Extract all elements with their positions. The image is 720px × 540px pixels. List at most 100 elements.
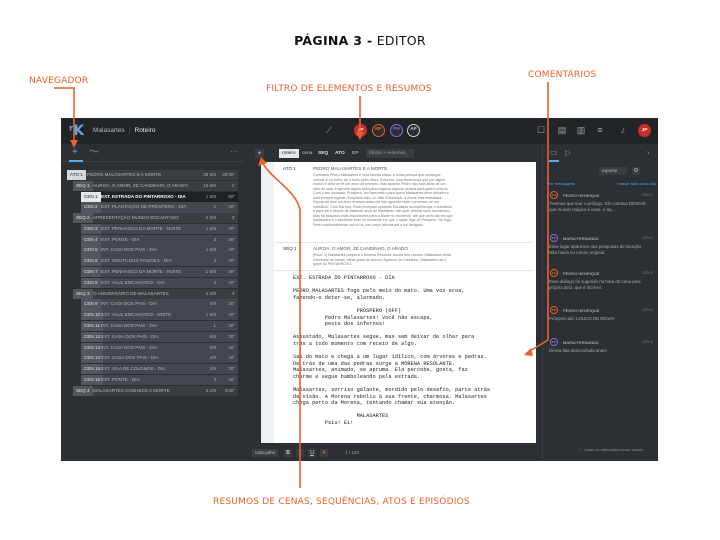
- navigator-stats-tab[interactable]: 〜: [89, 147, 99, 159]
- navigator-row[interactable]: CEN 1 EXT. ESTRADA DO PINTARROXO - DIA 1 6…: [81, 191, 238, 202]
- top-bar: ʳK Malasartes | Roteiro ⟋ JP MF PH AF ☐ ▤ …: [61, 118, 658, 144]
- italic-button[interactable]: I: [296, 449, 304, 457]
- row-tag: CEN 7: [81, 267, 101, 278]
- navigator-row[interactable]: CEN 15 EXT. VILA DE COLONOS - DIA 2/8 30": [81, 364, 238, 375]
- notes-icon[interactable]: ☐: [535, 125, 547, 136]
- row-title: INT. CASA DOS PAIS - DIA: [101, 322, 158, 328]
- screenplay-line: [293, 407, 523, 414]
- row-title: EXT. VALE ENCANTADO - DIA: [101, 279, 165, 285]
- navigator-row[interactable]: CEN 13 INT. CASA DOS PAIS - DIA 5/8 30": [81, 342, 238, 353]
- navigator-row[interactable]: CEN 14 EXT. CASA DOS PAIS - DIA 4/8 30": [81, 353, 238, 364]
- navigator-row[interactable]: CEN 3 EXT. PENHASCO DA MORTE - NOITE 1 6/8…: [81, 223, 238, 235]
- row-title: EXT. ESTRADA DO PINTARROXO - DIA: [101, 193, 186, 199]
- comments-filter-select[interactable]: exportar: [599, 167, 627, 175]
- filter-roteiro[interactable]: roteiro: [279, 149, 299, 158]
- read-messages-link[interactable]: + ler mensagens: [546, 181, 575, 186]
- row-tag: CEN 5: [81, 245, 101, 256]
- screenplay-line: Sai do mato e chega a um lugar idílico, …: [293, 354, 487, 361]
- navigator-row[interactable]: CEN 6 EXT. GRUTA DOS PAIXÕES - DIA 3 30": [81, 256, 238, 267]
- format-select[interactable]: cabeçalho: [252, 449, 278, 457]
- page-title: PÁGINA 3 - EDITOR: [0, 33, 720, 48]
- user-avatar[interactable]: JP: [638, 124, 651, 137]
- script-page[interactable]: ATO 1 PEDRO MALASARTES E A MORTE Contrab…: [261, 162, 536, 443]
- row-pages: 2/8: [209, 366, 216, 372]
- act-tag: ATO 1: [283, 166, 296, 171]
- row-duration: 30": [228, 344, 235, 350]
- navigator-row[interactable]: ATO 1 PEDRO MALASARTES E A MORTE 36 5/8 36'…: [67, 170, 238, 181]
- comments-tab-indicator: [549, 160, 559, 162]
- chevron-right-icon[interactable]: ›: [647, 148, 650, 157]
- more-icon[interactable]: ···: [230, 147, 238, 156]
- screenplay-line: Assustado, Malasartes segue, mas sem dei…: [293, 334, 475, 341]
- row-tag: CEN 10: [81, 310, 104, 321]
- filter-dropdown[interactable]: títulos + resumos: [366, 149, 414, 158]
- filter-ato[interactable]: ATO: [332, 149, 348, 158]
- navigator-row[interactable]: CEN 9 INT. CASA DOS PAIS - DIA 4/8 30": [81, 299, 238, 310]
- filter-ep[interactable]: EP: [349, 149, 361, 158]
- bold-button[interactable]: B: [284, 449, 292, 457]
- row-title: INT. CASA DOS PAIS - DIA: [101, 344, 158, 350]
- navigator-row[interactable]: SEQ 4 MALASARTES CONHECE A MORTE 5 1/8 3'30…: [73, 385, 238, 396]
- row-tag: SEQ 4: [73, 385, 93, 396]
- text-color-button[interactable]: A: [320, 449, 328, 457]
- row-pages: 3: [213, 376, 216, 382]
- comment-ref: CEN 2: [641, 236, 653, 240]
- comment-avatar: MF: [550, 338, 558, 346]
- screenplay-line: peste dos infernos!: [293, 321, 386, 328]
- underline-button[interactable]: U: [308, 449, 316, 457]
- navigator-row[interactable]: CEN 12 EXT. CASA DOS PAIS - DIA 6/8 30": [81, 331, 238, 342]
- row-pages: 4/8: [209, 355, 216, 361]
- chart-icon[interactable]: ⟋: [323, 125, 335, 136]
- navigator-row[interactable]: SEQ 2 APRESENTAÇÃO MUNDO ENCANTADO 5 3/8 3': [73, 213, 238, 224]
- add-element-button[interactable]: +: [255, 149, 264, 158]
- row-duration: 30": [228, 355, 235, 361]
- comment-text: Próspero diz: LOUCO DE RÉIVA!: [549, 316, 615, 321]
- row-duration: 30": [228, 236, 235, 242]
- flag-icon[interactable]: ▷: [565, 148, 571, 157]
- document-icon[interactable]: ▤: [556, 125, 568, 136]
- navigator-row[interactable]: SEQ 1 AUROA, O AMOR, ZÉ CANDINHO, O ARADO…: [73, 180, 238, 191]
- navigator-row[interactable]: CEN 7 EXT. PENHASCO DA MORTE - NOITE 1 6/8…: [81, 267, 238, 278]
- navigator-row[interactable]: SEQ 3O ANIVERSÁRIO DE MALASARTES 5 4/8 4': [73, 288, 238, 299]
- menu-icon[interactable]: ≡: [594, 125, 606, 136]
- row-pages: 3: [213, 258, 216, 264]
- filter-seq[interactable]: SEQ: [315, 149, 331, 158]
- annotation-comentarios: COMENTÁRIOS: [528, 70, 597, 80]
- page-indicator: 1 / 160: [345, 450, 360, 455]
- avatar-ph[interactable]: PH: [390, 124, 403, 137]
- comment-icon[interactable]: ▭: [550, 148, 558, 157]
- navigator-row[interactable]: CEN 4 EXT. PONTE - DIA 3 30": [81, 234, 238, 245]
- row-pages: 1 6/8: [205, 247, 216, 253]
- gear-icon[interactable]: ⚙: [632, 167, 640, 175]
- navigator-row[interactable]: CEN 2 EXT. PLANTAÇÃO DE PRÓSPERO - DIA 2 30…: [81, 202, 238, 213]
- mark-all-read-link[interactable]: marcar tudo como lido: [618, 181, 657, 186]
- avatar-mf[interactable]: MF: [372, 124, 385, 137]
- screenplay-line: da visão. A Morena reboliu à sua frente,…: [293, 393, 487, 400]
- screenplay-text[interactable]: EXT. ESTRADA DO PINTARROXO - DIA PEDRO MA…: [293, 275, 523, 427]
- row-pages: 1 6/8: [205, 269, 216, 275]
- navigator-add-tab[interactable]: +: [72, 147, 78, 159]
- check-icon: ✓: [546, 193, 550, 198]
- row-duration: 30": [228, 322, 235, 328]
- divider: [275, 242, 533, 243]
- navigator-row[interactable]: CEN 11 INT. CASA DOS PAIS - DIA 1 30": [81, 320, 238, 332]
- row-pages: 5 3/8: [205, 215, 216, 221]
- breadcrumb-current[interactable]: Roteiro: [135, 127, 156, 134]
- avatar-jp[interactable]: JP: [354, 124, 367, 137]
- avatar-af[interactable]: AF: [407, 124, 420, 137]
- row-pages: 1: [213, 322, 216, 328]
- filter-cena[interactable]: cena: [299, 149, 315, 158]
- row-tag: CEN 1: [81, 191, 101, 202]
- navigator-row[interactable]: CEN 5 INT. CASA DOS PAIS - DIA 1 6/8 30": [81, 245, 238, 256]
- comment-ref: CEN 3: [641, 271, 653, 275]
- navigator-row[interactable]: CEN 16 EXT. PONTE - DIA 3 30": [81, 374, 238, 386]
- navigator-row[interactable]: CEN 8 EXT. VALE ENCANTADO - DIA 3 30": [81, 277, 238, 288]
- bell-icon[interactable]: ♪: [617, 125, 629, 136]
- editor-toolbar: + roteiro cena SEQ ATO EP títulos + resu…: [244, 144, 542, 162]
- breadcrumb-project[interactable]: Malasartes: [93, 127, 125, 134]
- book-icon[interactable]: ▥: [575, 125, 587, 136]
- comment-avatar: PH: [550, 191, 558, 199]
- row-duration: 30": [228, 204, 235, 210]
- app-logo[interactable]: ʳK: [69, 123, 84, 139]
- navigator-row[interactable]: CEN 10 EXT. VALE ENCANTADO - NOITE 1 6/8 30…: [81, 310, 238, 321]
